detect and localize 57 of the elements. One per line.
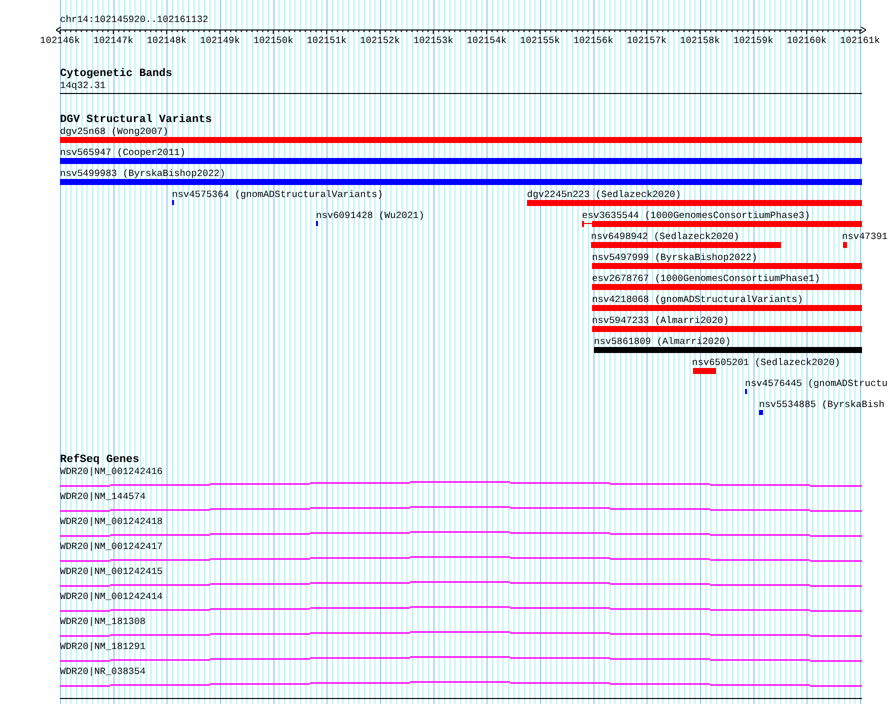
transcript-label[interactable]: WDR20|NR_038354 [60, 666, 862, 678]
transcript-label[interactable]: WDR20|NM_144574 [60, 491, 862, 503]
tick-label: 102150k [253, 35, 294, 47]
transcript-label[interactable]: WDR20|NM_001242416 [60, 466, 862, 478]
location-label: chr14:102145920..102161132 [60, 14, 210, 26]
variant-label[interactable]: nsv47391 [842, 231, 888, 243]
tick-label: 102159k [733, 35, 774, 47]
transcript-label[interactable]: WDR20|NM_181291 [60, 641, 862, 653]
transcript-label[interactable]: WDR20|NM_001242414 [60, 591, 862, 603]
variant-label[interactable]: nsv4575364 (gnomADStructuralVariants) [172, 189, 383, 201]
transcript-line[interactable] [60, 480, 862, 488]
variant-label[interactable]: nsv5861809 (Almarri2020) [594, 336, 731, 348]
tick-label: 102149k [200, 35, 240, 47]
variant-label[interactable]: dgv2245n223 (Sedlazeck2020) [527, 189, 681, 201]
transcript-label[interactable]: WDR20|NM_001242417 [60, 541, 862, 553]
variant-label[interactable]: nsv4576445 (gnomADStructu [745, 378, 888, 390]
transcript-line[interactable] [60, 680, 862, 688]
transcript-line[interactable] [60, 605, 862, 613]
variant-label[interactable]: esv3635544 (1000GenomesConsortiumPhase3) [582, 210, 810, 222]
variant-label[interactable]: dgv25n68 (Wong2007) [60, 126, 168, 138]
track-title: DGV Structural Variants [60, 114, 213, 126]
transcript-line[interactable] [60, 505, 862, 513]
tick-label: 102151k [306, 35, 347, 47]
variant-label[interactable]: nsv5499983 (ByrskaBishop2022) [60, 168, 226, 180]
transcript-label[interactable]: WDR20|NM_001242415 [60, 566, 862, 578]
transcript-line[interactable] [60, 655, 862, 663]
tick-label: 102148k [146, 35, 187, 47]
transcript-label[interactable]: WDR20|NM_181308 [60, 616, 862, 628]
track-title: RefSeq Genes [60, 454, 140, 466]
tick-label: 102154k [466, 35, 507, 47]
transcript-line[interactable] [60, 555, 862, 563]
tick-label: 102156k [573, 35, 614, 47]
tick-label: 102157k [626, 35, 667, 47]
tick-label: 102155k [520, 35, 560, 47]
band-label: 14q32.31 [60, 80, 107, 92]
transcript-line[interactable] [60, 630, 862, 638]
variant-label[interactable]: nsv5534885 (ByrskaBish [759, 399, 884, 411]
tick-label: 102152k [360, 35, 400, 47]
variant-label[interactable]: nsv4218068 (gnomADStructuralVariants) [592, 294, 803, 306]
tick-label: 102153k [413, 35, 454, 47]
tick-label: 102146k [40, 35, 80, 47]
variant-label[interactable]: esv2678767 (1000GenomesConsortiumPhase1) [592, 273, 820, 285]
transcript-line[interactable] [60, 530, 862, 538]
tick-label: 102147k [93, 35, 134, 47]
variant-label[interactable]: nsv6498942 (Sedlazeck2020) [591, 231, 740, 243]
variant-label[interactable]: nsv5947233 (Almarri2020) [592, 315, 729, 327]
variant-label[interactable]: nsv565947 (Cooper2011) [60, 147, 186, 159]
transcript-label[interactable]: WDR20|NM_001242418 [60, 516, 862, 528]
transcript-line[interactable] [60, 580, 862, 588]
variant-label[interactable]: nsv5497999 (ByrskaBishop2022) [592, 252, 758, 264]
variant-bar[interactable] [582, 221, 862, 227]
tick-label: 102160k [786, 35, 827, 47]
track-title: Cytogenetic Bands [60, 68, 174, 80]
variant-label[interactable]: nsv6091428 (Wu2021) [316, 210, 424, 222]
tick-label: 102158k [680, 35, 720, 47]
tick-label: 102161k [840, 35, 880, 47]
variant-label[interactable]: nsv6505201 (Sedlazeck2020) [692, 357, 840, 369]
